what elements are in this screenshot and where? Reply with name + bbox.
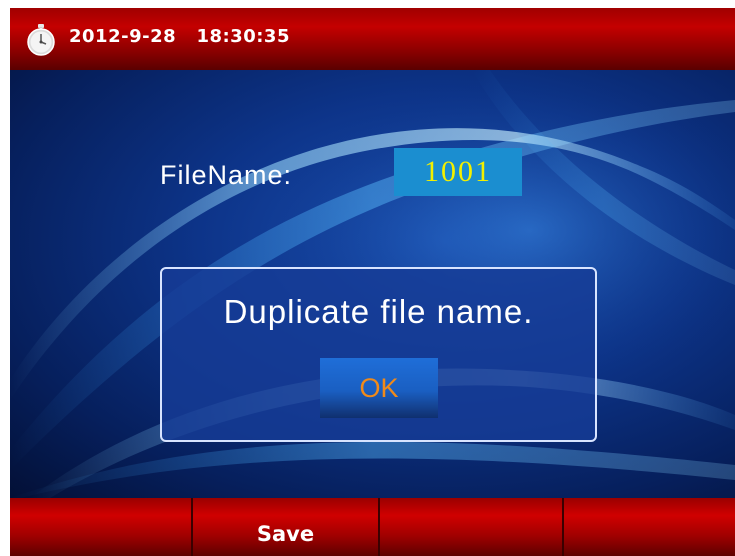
softkey-bar: Save bbox=[10, 498, 735, 556]
filename-input[interactable]: 1001 bbox=[394, 148, 522, 196]
date-time-display: 2012-9-28 18:30:35 bbox=[69, 26, 290, 47]
softkey-4[interactable] bbox=[564, 498, 735, 556]
softkey-1[interactable] bbox=[10, 498, 193, 556]
ok-button[interactable]: OK bbox=[320, 358, 438, 418]
dialog-message: Duplicate file name. bbox=[223, 293, 534, 330]
time-text: 18:30:35 bbox=[196, 26, 290, 47]
filename-label: FileName: bbox=[160, 160, 293, 190]
device-screen: 2012-9-28 18:30:35 FileName: 1001 Duplic… bbox=[10, 8, 735, 556]
status-bar: 2012-9-28 18:30:35 bbox=[10, 8, 735, 70]
main-panel: FileName: 1001 Duplicate file name. OK bbox=[10, 70, 735, 498]
stopwatch-icon bbox=[27, 24, 55, 56]
save-button[interactable]: Save bbox=[193, 498, 380, 556]
date-text: 2012-9-28 bbox=[69, 26, 177, 47]
softkey-3[interactable] bbox=[380, 498, 564, 556]
duplicate-filename-dialog: Duplicate file name. OK bbox=[160, 267, 597, 442]
